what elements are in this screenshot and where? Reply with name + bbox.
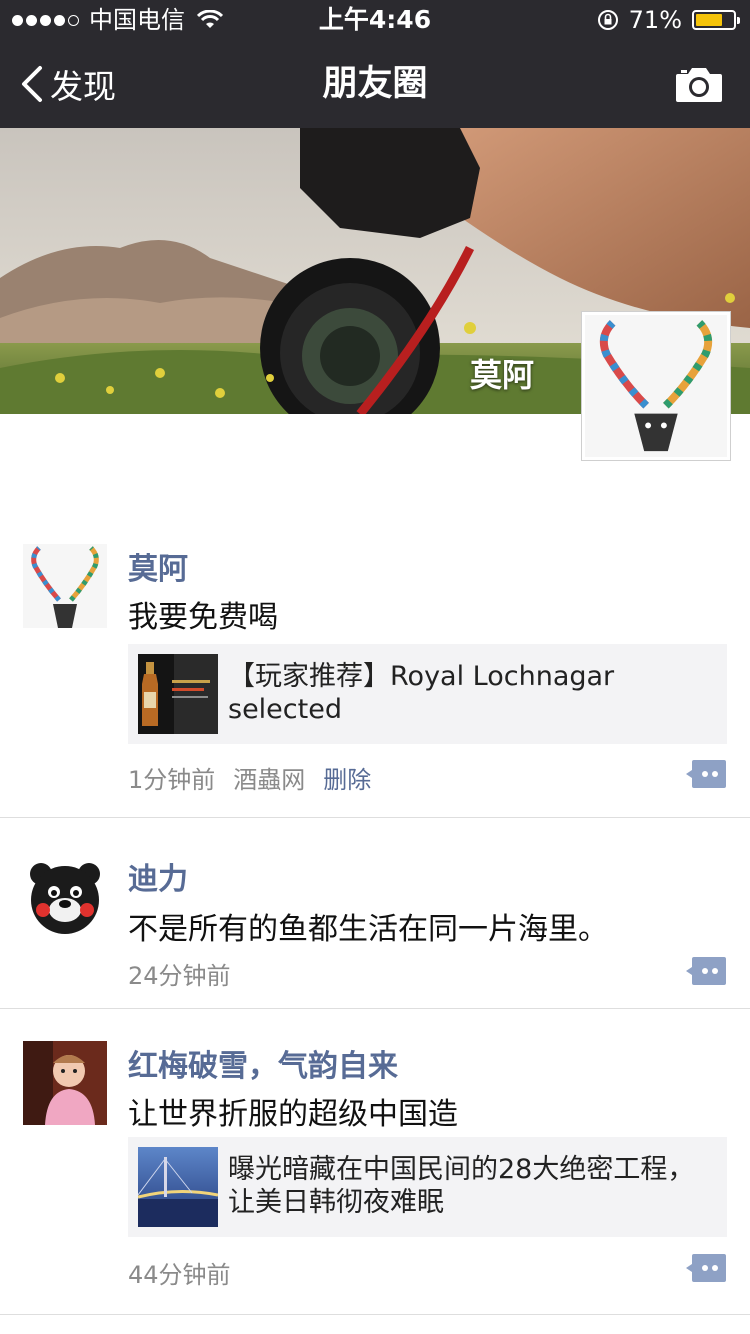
moments-feed: 莫阿 我要免费喝 【玩家推荐】Royal Lochnagar selected … (0, 512, 750, 1315)
comment-button[interactable] (686, 1254, 726, 1282)
battery-fill (696, 14, 722, 26)
link-title: 曝光暗藏在中国民间的28大绝密工程，让美日韩彻夜难眠 (228, 1154, 695, 1218)
post-author-name[interactable]: 红梅破雪，气韵自来 (128, 1041, 398, 1085)
post-meta: 24分钟前 (128, 956, 231, 991)
comment-icon (686, 957, 726, 985)
post-avatar[interactable] (23, 854, 107, 938)
whisky-bottle-image (138, 654, 218, 734)
post-time: 44分钟前 (128, 1261, 231, 1289)
bridge-night-image (138, 1147, 218, 1227)
profile-avatar[interactable] (581, 311, 731, 461)
comment-icon (686, 1254, 726, 1282)
rotation-lock-icon (597, 10, 618, 30)
kumamon-avatar-image (23, 854, 107, 938)
battery-icon (692, 10, 740, 30)
camera-icon[interactable] (674, 64, 724, 104)
post-avatar[interactable] (23, 544, 107, 628)
status-right: 71% (597, 0, 740, 40)
post-avatar[interactable] (23, 1041, 107, 1125)
link-thumbnail (138, 1147, 218, 1227)
shared-link-card[interactable]: 【玩家推荐】Royal Lochnagar selected (128, 644, 727, 744)
link-thumbnail (138, 654, 218, 734)
post-item: 红梅破雪，气韵自来 让世界折服的超级中国造 曝光暗藏在中国民间的28大绝密工程，… (0, 1009, 750, 1315)
post-item: 迪力 不是所有的鱼都生活在同一片海里。 24分钟前 (0, 818, 750, 1009)
battery-percent: 71% (628, 6, 682, 34)
page-title: 朋友圈 (322, 64, 428, 104)
comment-button[interactable] (686, 760, 726, 788)
post-text: 不是所有的鱼都生活在同一片海里。 (128, 912, 608, 947)
nav-bar: 发现 朋友圈 (0, 40, 750, 128)
post-time: 1分钟前 (128, 766, 216, 794)
post-source[interactable]: 酒蟲网 (233, 760, 305, 795)
post-text: 我要免费喝 (128, 600, 278, 635)
post-text: 让世界折服的超级中国造 (128, 1097, 458, 1132)
comment-icon (686, 760, 726, 788)
post-author-name[interactable]: 莫阿 (128, 544, 188, 588)
status-bar: 中国电信 上午4:46 71% (0, 0, 750, 40)
post-meta: 44分钟前 (128, 1255, 231, 1290)
post-author-name[interactable]: 迪力 (128, 854, 188, 898)
link-title: 【玩家推荐】Royal Lochnagar selected (228, 661, 615, 725)
delete-button[interactable]: 删除 (323, 760, 371, 795)
post-time: 24分钟前 (128, 962, 231, 990)
post-meta: 1分钟前 酒蟲网 删除 (128, 760, 371, 795)
top-bar: 中国电信 上午4:46 71% 发现 朋友圈 (0, 0, 750, 128)
deer-avatar-image (585, 315, 727, 457)
shared-link-card[interactable]: 曝光暗藏在中国民间的28大绝密工程，让美日韩彻夜难眠 (128, 1137, 727, 1237)
baby-photo-avatar-image (23, 1041, 107, 1125)
comment-button[interactable] (686, 957, 726, 985)
post-item: 莫阿 我要免费喝 【玩家推荐】Royal Lochnagar selected … (0, 512, 750, 818)
deer-avatar-image (23, 544, 107, 628)
profile-name: 莫阿 (470, 356, 535, 394)
